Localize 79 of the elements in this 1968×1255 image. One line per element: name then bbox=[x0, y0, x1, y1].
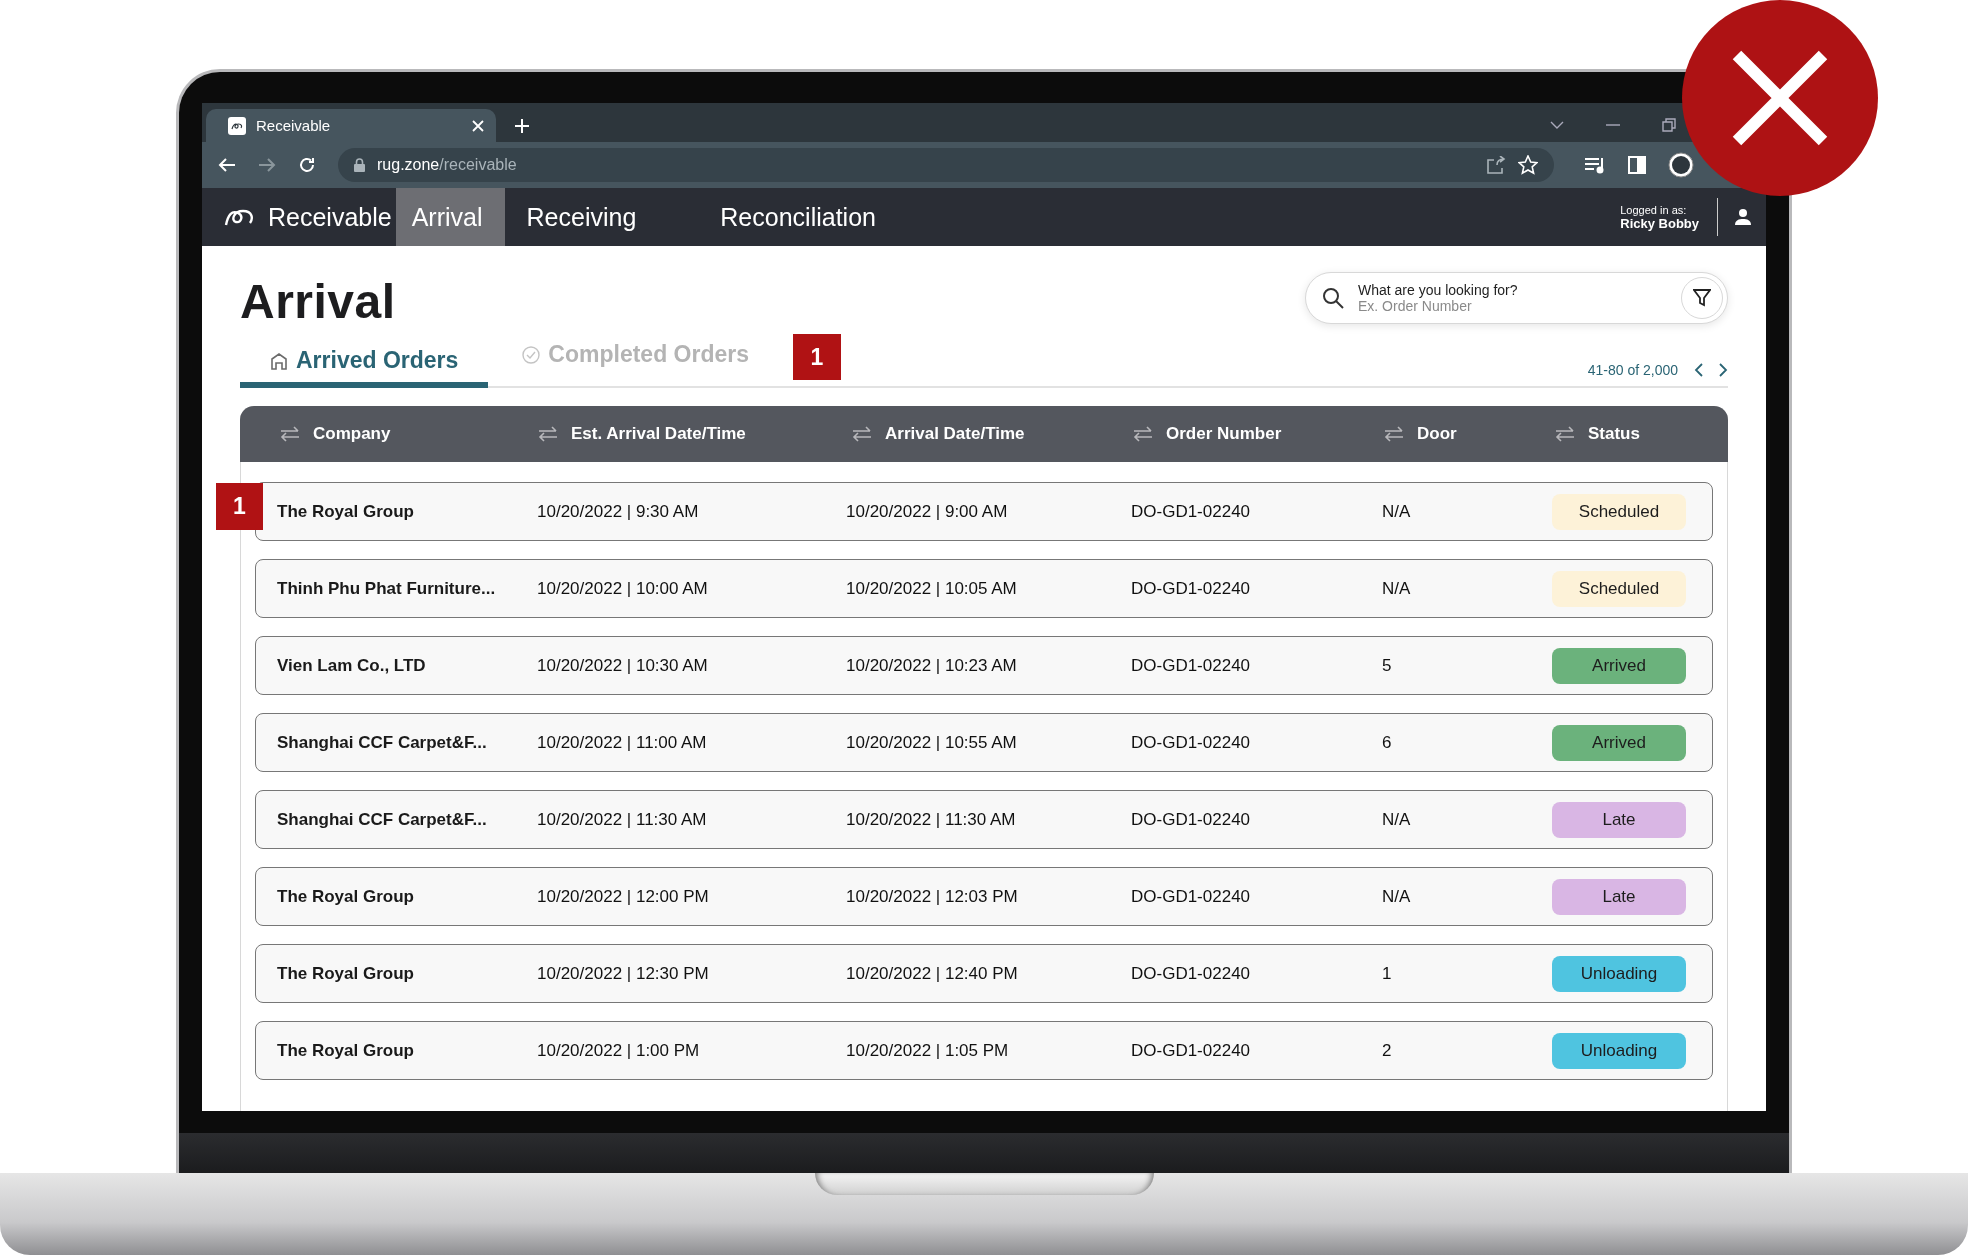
table-cell-text: The Royal Group bbox=[277, 501, 415, 522]
table-cell-text: Shanghai CCF Carpet&F... bbox=[277, 809, 488, 830]
table-cell-text: DO-GD1-02240 bbox=[1131, 578, 1252, 599]
status-badge: Unloading bbox=[1552, 1032, 1686, 1069]
table-row[interactable]: The Royal Group 10/20/2022 | 12:00 PM 10/20/2022 | 12:03 PM DO-GD1-02240 N/A Late bbox=[255, 867, 1713, 926]
table-cell-text: Vien Lam Co., LTD bbox=[277, 655, 427, 676]
tab[interactable]: Arrived Orders bbox=[240, 347, 489, 388]
column-header[interactable]: Arrival Date/Time bbox=[885, 424, 1025, 444]
user-name: Ricky Bobby bbox=[1620, 215, 1699, 231]
table-cell-text: 10/20/2022 | 12:30 PM bbox=[537, 963, 710, 984]
browser-tab[interactable]: Receivable bbox=[206, 109, 496, 142]
table-cell-text: The Royal Group bbox=[277, 886, 415, 907]
search-field[interactable]: What are you looking for? Ex. Order Number bbox=[1305, 272, 1728, 324]
column-header[interactable]: Est. Arrival Date/Time bbox=[571, 424, 746, 444]
table-cell-text: 10/20/2022 | 1:05 PM bbox=[846, 1040, 1010, 1061]
tab-title: Receivable bbox=[256, 117, 332, 134]
table-cell-text: 10/20/2022 | 9:00 AM bbox=[846, 501, 1009, 522]
column-header[interactable]: Company bbox=[313, 424, 391, 444]
table-cell-text: DO-GD1-02240 bbox=[1131, 963, 1252, 984]
page-title: Arrival bbox=[240, 274, 397, 329]
table-cell-text: 10/20/2022 | 9:30 AM bbox=[537, 501, 700, 522]
nav-tab[interactable]: Receiving bbox=[504, 188, 659, 246]
table-row[interactable]: The Royal Group 10/20/2022 | 1:00 PM 10/20/2022 | 1:05 PM DO-GD1-02240 2 Unloading bbox=[255, 1021, 1713, 1080]
nav-tab[interactable]: Arrival bbox=[395, 188, 505, 246]
status-badge: Unloading bbox=[1552, 955, 1686, 992]
table-cell-text: 10/20/2022 | 10:30 AM bbox=[537, 655, 709, 676]
brand-name: Receivable bbox=[268, 202, 392, 232]
logged-in-caption: Logged in as: bbox=[1620, 203, 1687, 216]
table-cell-text: N/A bbox=[1382, 501, 1412, 522]
pagination-text: 41-80 of 2,000 bbox=[1587, 362, 1678, 378]
table-cell-text: 10/20/2022 | 1:00 PM bbox=[537, 1040, 701, 1061]
table-row[interactable]: Shanghai CCF Carpet&F... 10/20/2022 | 11:30 AM 10/20/2022 | 11:30 AM DO-GD1-02240 N/A Late bbox=[255, 790, 1713, 849]
address-field[interactable]: rug.zone/receivable bbox=[338, 148, 1554, 182]
table-row[interactable]: Thinh Phu Phat Furniture... 10/20/2022 | 10:00 AM 10/20/2022 | 10:05 AM DO-GD1-02240 N/A Scheduled bbox=[255, 559, 1713, 618]
table-cell-text: The Royal Group bbox=[277, 963, 415, 984]
annotation-badge: 1 bbox=[216, 483, 263, 530]
table-cell-text: 10/20/2022 | 11:00 AM bbox=[537, 732, 708, 753]
table-cell-text: 10/20/2022 | 10:23 AM bbox=[846, 655, 1018, 676]
status-badge: Arrived bbox=[1552, 647, 1686, 684]
status-badge: Late bbox=[1552, 878, 1686, 915]
table-row[interactable]: The Royal Group 10/20/2022 | 12:30 PM 10/20/2022 | 12:40 PM DO-GD1-02240 1 Unloading bbox=[255, 944, 1713, 1003]
table-cell-text: 10/20/2022 | 10:55 AM bbox=[846, 732, 1018, 753]
table-cell-text: DO-GD1-02240 bbox=[1131, 809, 1252, 830]
status-badge: Arrived bbox=[1552, 724, 1686, 761]
table-cell-text: 1 bbox=[1382, 963, 1393, 984]
table-cell-text: DO-GD1-02240 bbox=[1131, 886, 1252, 907]
status-badge: Scheduled bbox=[1552, 570, 1686, 607]
column-header[interactable]: Door bbox=[1417, 424, 1457, 444]
table-cell-text: 10/20/2022 | 11:30 AM bbox=[846, 809, 1017, 830]
table-cell-text: N/A bbox=[1382, 809, 1412, 830]
url-text: rug.zone/receivable bbox=[377, 156, 517, 174]
table-cell-text: 10/20/2022 | 10:05 AM bbox=[846, 578, 1018, 599]
table-cell-text: 10/20/2022 | 10:00 AM bbox=[537, 578, 709, 599]
table-cell-text: 10/20/2022 | 12:03 PM bbox=[846, 886, 1019, 907]
table-cell-text: DO-GD1-02240 bbox=[1131, 501, 1252, 522]
table-cell-text: 6 bbox=[1382, 732, 1393, 753]
table-cell-text: DO-GD1-02240 bbox=[1131, 732, 1252, 753]
table-row[interactable]: The Royal Group 10/20/2022 | 9:30 AM 10/20/2022 | 9:00 AM DO-GD1-02240 N/A Scheduled bbox=[255, 482, 1713, 541]
table-cell-text: 2 bbox=[1382, 1040, 1393, 1061]
annotation-badge: 1 bbox=[793, 334, 841, 380]
table-cell-text: Shanghai CCF Carpet&F... bbox=[277, 732, 488, 753]
table-cell-text: N/A bbox=[1382, 886, 1412, 907]
column-header[interactable]: Order Number bbox=[1166, 424, 1282, 444]
table-cell-text: DO-GD1-02240 bbox=[1131, 655, 1252, 676]
table-cell-text: 10/20/2022 | 12:40 PM bbox=[846, 963, 1019, 984]
status-badge: Scheduled bbox=[1552, 493, 1686, 530]
table-row[interactable]: Vien Lam Co., LTD 10/20/2022 | 10:30 AM 10/20/2022 | 10:23 AM DO-GD1-02240 5 Arrived bbox=[255, 636, 1713, 695]
status-badge: Late bbox=[1552, 801, 1686, 838]
search-input[interactable]: Ex. Order Number bbox=[1358, 298, 1667, 314]
table-cell-text: The Royal Group bbox=[277, 1040, 415, 1061]
column-header[interactable]: Status bbox=[1588, 424, 1640, 444]
nav-tab[interactable]: Reconciliation bbox=[698, 188, 898, 246]
table-cell-text: 5 bbox=[1382, 655, 1393, 676]
table-cell-text: N/A bbox=[1382, 578, 1412, 599]
table-cell-text: DO-GD1-02240 bbox=[1131, 1040, 1252, 1061]
table-cell-text: 10/20/2022 | 12:00 PM bbox=[537, 886, 710, 907]
table-cell-text: 10/20/2022 | 11:30 AM bbox=[537, 809, 708, 830]
table-cell-text: Thinh Phu Phat Furniture... bbox=[277, 578, 497, 599]
table-row[interactable]: Shanghai CCF Carpet&F... 10/20/2022 | 11:00 AM 10/20/2022 | 10:55 AM DO-GD1-02240 6 Arrived bbox=[255, 713, 1713, 772]
